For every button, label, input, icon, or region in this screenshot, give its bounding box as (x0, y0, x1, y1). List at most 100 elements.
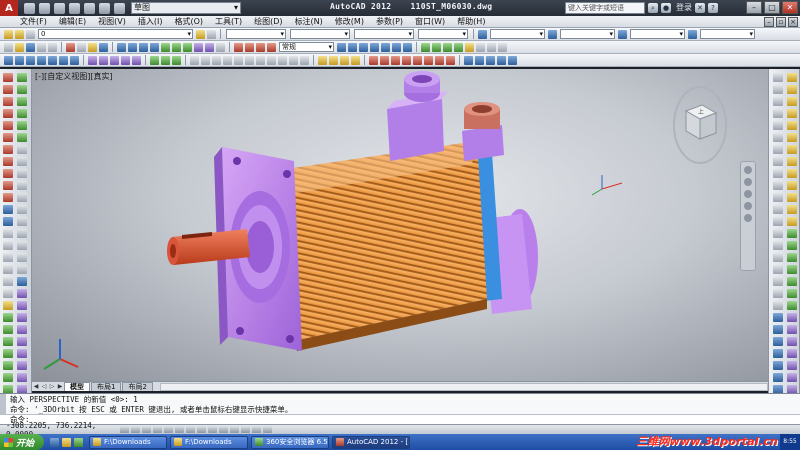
menu-format[interactable]: 格式(O) (168, 16, 209, 27)
tab-prev-icon[interactable]: ◁ (40, 383, 48, 391)
osnap-nearest-icon[interactable] (17, 253, 27, 262)
polygon-icon[interactable] (3, 109, 13, 118)
object-snap-tracking-icon[interactable] (197, 426, 206, 433)
presspull-icon[interactable] (132, 55, 141, 65)
list-icon[interactable] (787, 265, 797, 274)
extend-icon[interactable] (17, 73, 27, 82)
sphere-icon[interactable] (37, 55, 46, 65)
layer-isolate-icon[interactable] (787, 97, 797, 106)
cut-icon[interactable] (66, 42, 75, 52)
osnap-settings-icon[interactable] (17, 277, 27, 286)
view-left-icon[interactable] (245, 55, 254, 65)
doc-close-button[interactable]: × (788, 17, 798, 27)
new-icon[interactable] (24, 2, 35, 14)
quick-select-icon[interactable] (787, 241, 797, 250)
drawing-viewport[interactable]: [-][自定义视图][真实] 上 (32, 69, 768, 381)
save-icon[interactable] (26, 42, 35, 52)
close-button[interactable]: ✕ (782, 1, 798, 14)
table-style-icon[interactable] (618, 29, 627, 39)
copy-icon[interactable] (77, 42, 86, 52)
realistic-icon[interactable] (340, 55, 349, 65)
tab-next-icon[interactable]: ▷ (48, 383, 56, 391)
free-orbit-icon[interactable] (201, 55, 210, 65)
continuous-orbit-icon[interactable] (212, 55, 221, 65)
table-style-select[interactable] (630, 29, 685, 39)
layer-properties-icon[interactable] (4, 29, 13, 39)
osnap-intersection-icon[interactable] (17, 169, 27, 178)
arc-icon[interactable] (3, 133, 13, 142)
quick-dimension-icon[interactable] (424, 55, 433, 65)
menu-parametric[interactable]: 参数(P) (370, 16, 409, 27)
explode-icon[interactable] (17, 133, 27, 142)
system-clock[interactable]: 8:55 (780, 434, 800, 450)
make-current-icon[interactable] (196, 29, 205, 39)
taskbar-item-active[interactable]: AutoCAD 2012 - [... (332, 435, 410, 449)
motor-model[interactable] (32, 69, 768, 381)
revolve-icon[interactable] (99, 55, 108, 65)
table-icon[interactable] (3, 277, 13, 286)
dim-style-select[interactable] (560, 29, 615, 39)
tool-palettes-icon[interactable] (183, 42, 192, 52)
wedge-icon[interactable] (59, 55, 68, 65)
center-mark-icon[interactable] (773, 241, 783, 250)
polar-tracking-icon[interactable] (164, 426, 173, 433)
interfere-icon[interactable] (787, 337, 797, 346)
chamfer-icon[interactable] (17, 109, 27, 118)
fly-icon[interactable] (498, 42, 507, 52)
layer-lock-icon[interactable] (787, 145, 797, 154)
grid-display-icon[interactable] (142, 426, 151, 433)
viewports-icon[interactable] (486, 55, 495, 65)
dynamic-input-icon[interactable] (219, 426, 228, 433)
dim-break-icon[interactable] (773, 217, 783, 226)
mass-properties-icon[interactable] (787, 301, 797, 310)
walk-tool-icon[interactable] (773, 373, 783, 382)
dim-jogged-icon[interactable] (773, 133, 783, 142)
color-select[interactable] (226, 29, 286, 39)
shell-icon[interactable] (17, 373, 27, 382)
view-manager-icon[interactable] (464, 55, 473, 65)
taskbar-item[interactable]: F:\Downloads (89, 435, 167, 449)
dim-text-edit-icon[interactable] (773, 289, 783, 298)
cylinder-icon[interactable] (15, 55, 24, 65)
sheet-set-icon[interactable] (194, 42, 203, 52)
taskbar-item[interactable]: 360安全浏览器 6.5 (251, 435, 329, 449)
selection-cycling-icon[interactable] (263, 426, 272, 433)
dim-space-icon[interactable] (773, 205, 783, 214)
menu-draw[interactable]: 绘图(D) (248, 16, 288, 27)
layer-match-icon[interactable] (787, 169, 797, 178)
cone-icon[interactable] (26, 55, 35, 65)
show-desktop-icon[interactable] (50, 437, 59, 447)
extrude-face-icon[interactable] (17, 301, 27, 310)
design-center-icon[interactable] (172, 42, 181, 52)
lineweight-select[interactable] (354, 29, 414, 39)
dim-edit-icon[interactable] (773, 277, 783, 286)
zoom-icon[interactable] (128, 42, 137, 52)
continue-icon[interactable] (446, 55, 455, 65)
properties-panel-icon[interactable] (787, 229, 797, 238)
view-sw-iso-icon[interactable] (289, 55, 298, 65)
viewcube[interactable]: 上 (672, 83, 728, 173)
construction-line-icon[interactable] (3, 85, 13, 94)
osnap-endpoint-icon[interactable] (17, 145, 27, 154)
transparency-icon[interactable] (241, 426, 250, 433)
lights-icon[interactable] (432, 42, 441, 52)
menu-insert[interactable]: 插入(I) (132, 16, 169, 27)
render-icon[interactable] (421, 42, 430, 52)
fillet-icon[interactable] (17, 121, 27, 130)
layer-previous-icon[interactable] (207, 29, 216, 39)
layer-change-icon[interactable] (787, 181, 797, 190)
visual-style-select[interactable]: 常规 (279, 42, 334, 52)
text-style-icon[interactable] (478, 29, 487, 39)
zoom-icon[interactable] (744, 190, 752, 198)
delete-face-icon[interactable] (17, 337, 27, 346)
erase-icon[interactable] (3, 313, 13, 322)
named-views-icon[interactable] (475, 55, 484, 65)
linetype-select[interactable] (290, 29, 350, 39)
spline-icon[interactable] (3, 169, 13, 178)
preview-icon[interactable] (48, 42, 57, 52)
osnap-parallel-icon[interactable] (17, 229, 27, 238)
thicken-icon[interactable] (787, 361, 797, 370)
convert-solid-icon[interactable] (787, 373, 797, 382)
view-se-iso-icon[interactable] (300, 55, 309, 65)
open-icon[interactable] (39, 2, 50, 14)
